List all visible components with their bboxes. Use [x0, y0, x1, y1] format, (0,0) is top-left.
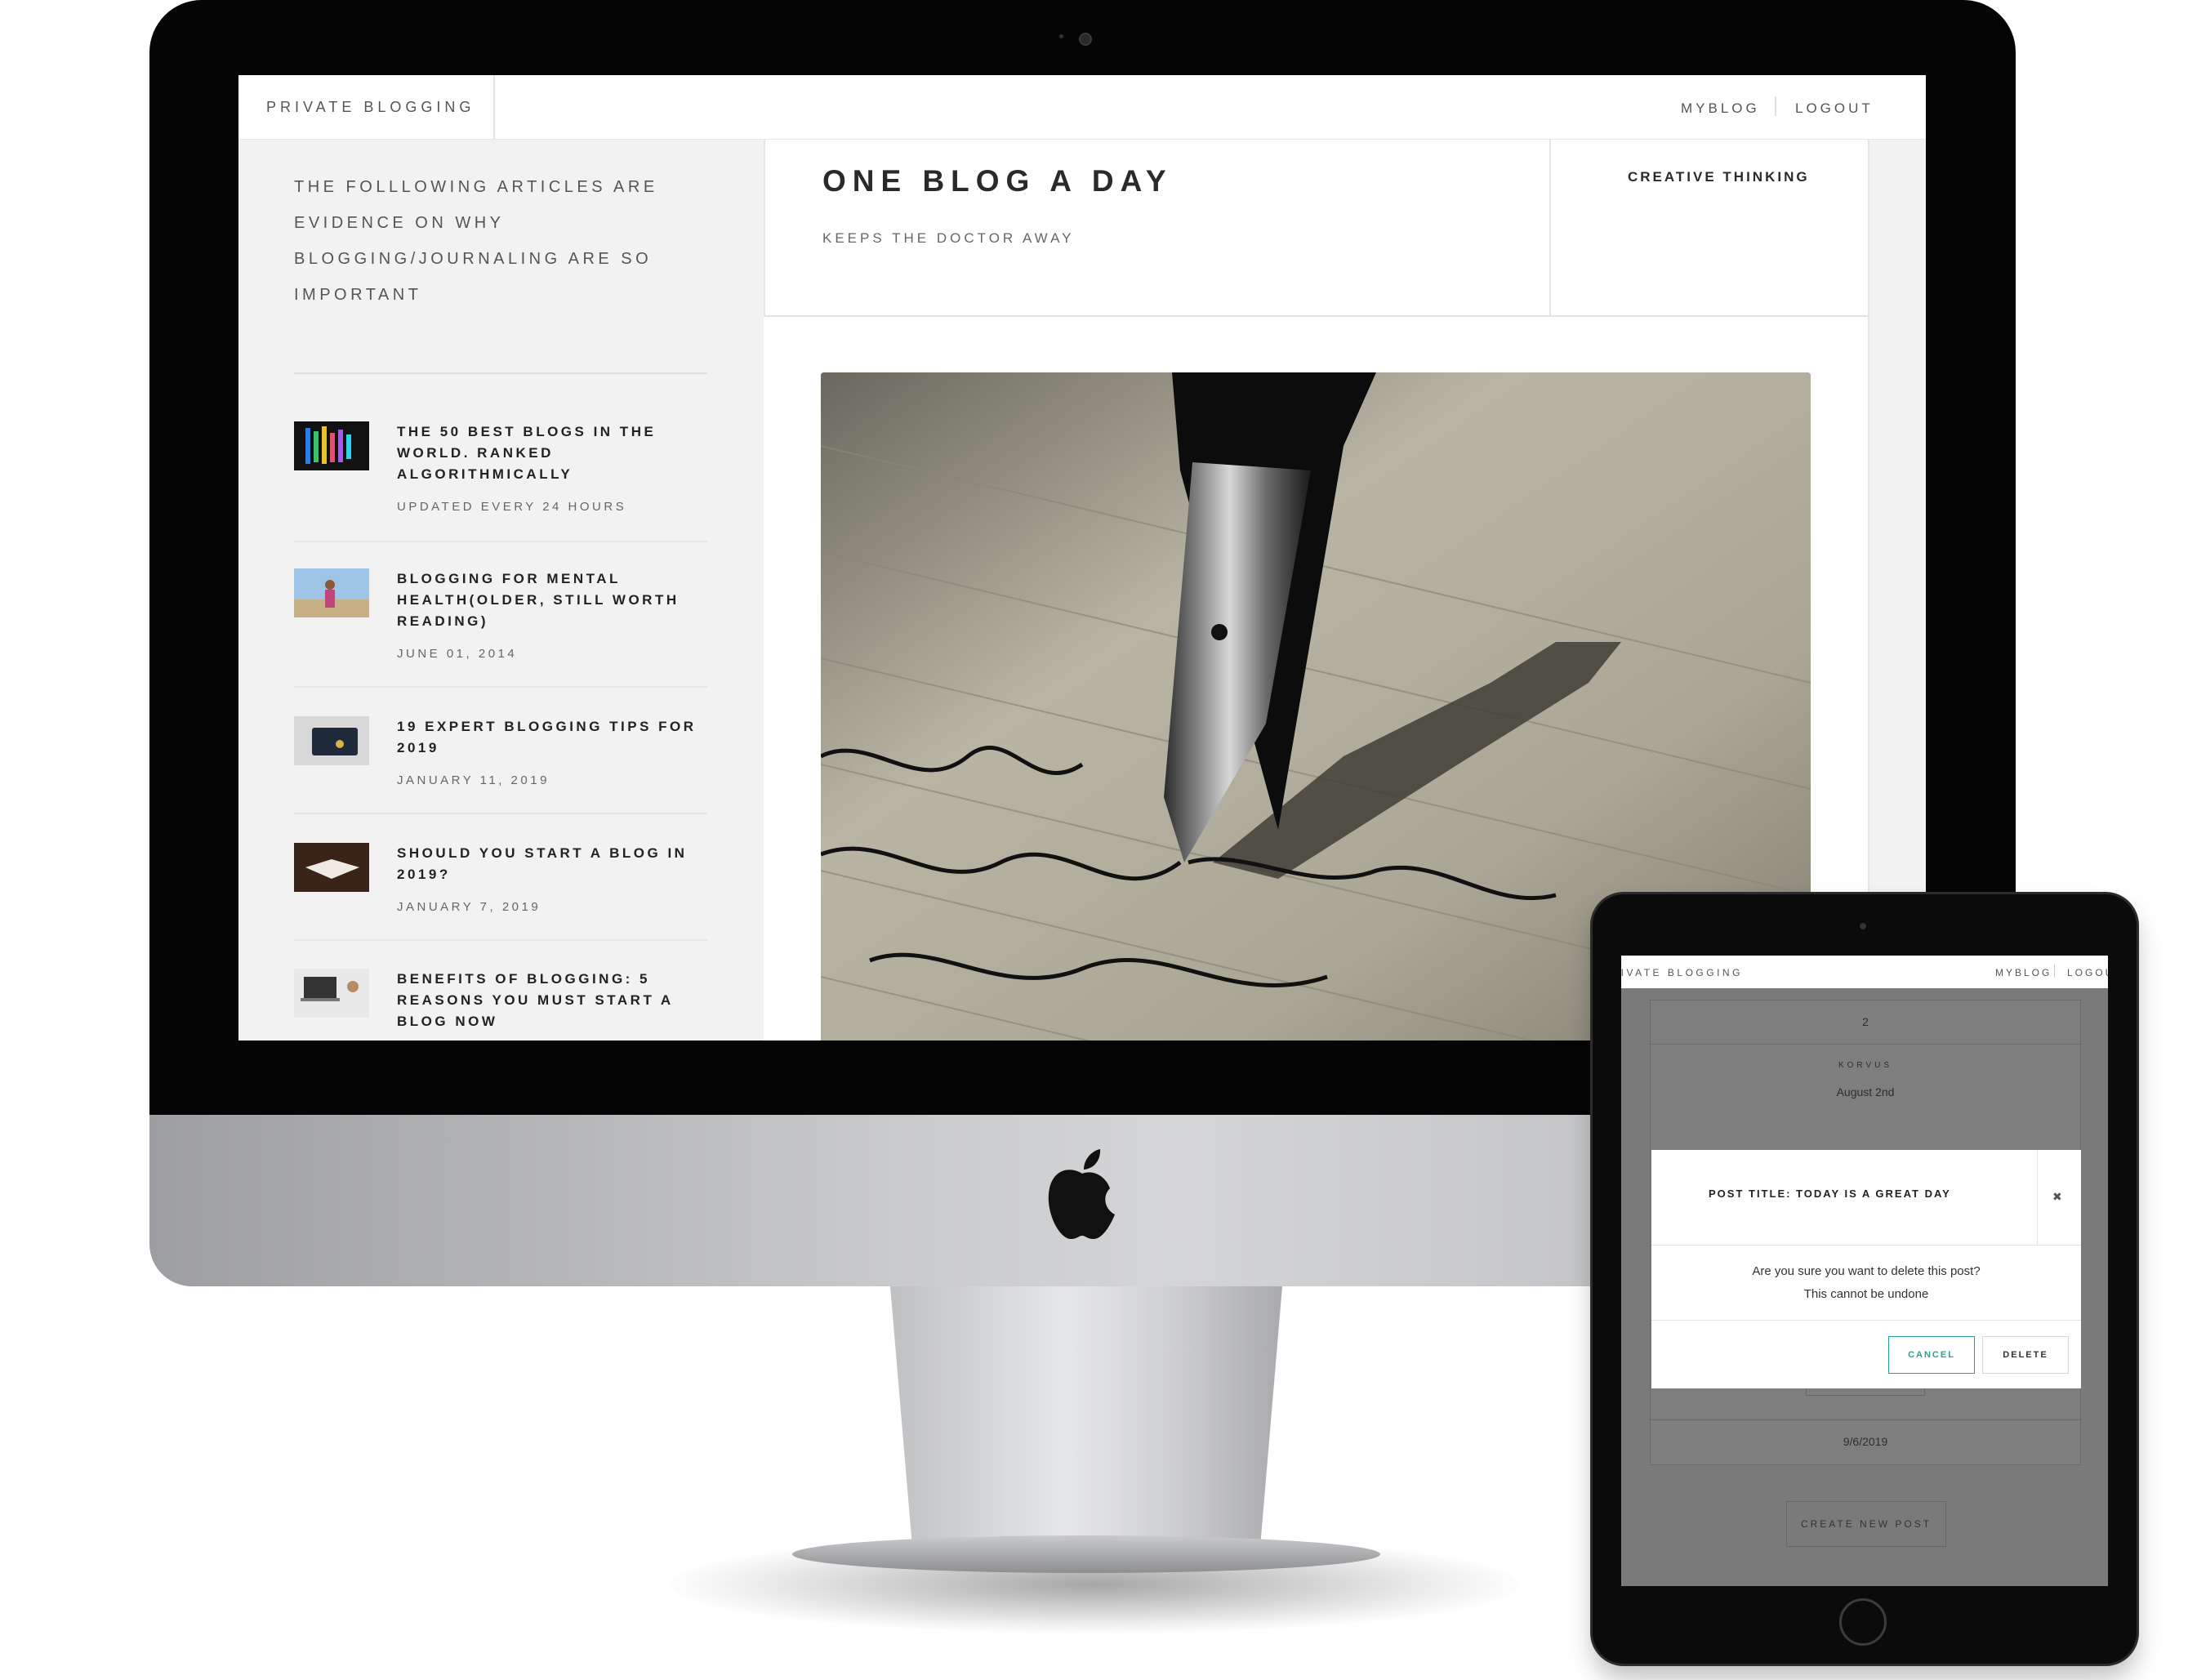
modal-question: Are you sure you want to delete this pos…	[1752, 1264, 1981, 1278]
blog-title: ONE BLOG A DAY	[822, 164, 1173, 198]
post-thumbnail	[294, 568, 369, 617]
post-count-cell: 2	[1650, 1000, 2081, 1045]
modal-close-box: ✖	[2037, 1150, 2082, 1245]
nav-myblog-link[interactable]: MYBLOG	[1681, 100, 1760, 117]
category-label[interactable]: CREATIVE THINKING	[1628, 169, 1810, 185]
post-divider	[294, 813, 707, 814]
post-thumbnail	[294, 969, 369, 1018]
close-icon[interactable]: ✖	[2052, 1190, 2062, 1204]
nav-logout-link[interactable]: LOGOUT	[1795, 100, 1874, 117]
tablet-brand-link[interactable]: PRIVATE BLOGGING	[1621, 967, 1743, 978]
sidebar-post-3[interactable]: 19 EXPERT BLOGGING TIPS FOR 2019 JANUARY…	[294, 716, 707, 847]
imac-stand	[890, 1286, 1282, 1564]
brand-box: PRIVATE BLOGGING	[238, 75, 495, 139]
post-divider	[294, 686, 707, 688]
create-new-post-button[interactable]: CREATE NEW POST	[1786, 1501, 1946, 1547]
imac-stand-foot	[792, 1535, 1380, 1573]
post-title[interactable]: SHOULD YOU START A BLOG IN 2019?	[397, 843, 707, 885]
post-title[interactable]: BLOGGING FOR MENTAL HEALTH(OLDER, STILL …	[397, 568, 707, 632]
post-divider	[294, 939, 707, 941]
post-date: UPDATED EVERY 24 HOURS	[397, 500, 627, 514]
ambient-sensor	[1059, 34, 1063, 38]
ipad-device: PRIVATE BLOGGING MYBLOG LOGOUT 2 KORVUS …	[1593, 894, 2137, 1664]
sidebar-post-1[interactable]: THE 50 BEST BLOGS IN THE WORLD. RANKED A…	[294, 421, 707, 552]
post-thumbnail	[294, 716, 369, 765]
category-box: CREATIVE THINKING	[1549, 140, 1871, 315]
cancel-button[interactable]: CANCEL	[1888, 1336, 1975, 1374]
camera-icon	[1079, 33, 1092, 46]
tablet-logout-link[interactable]: LOGOUT	[2067, 967, 2108, 978]
apple-logo-icon	[1048, 1149, 1115, 1239]
tablet-screen: PRIVATE BLOGGING MYBLOG LOGOUT 2 KORVUS …	[1621, 956, 2108, 1586]
tablet-nav-divider	[2054, 965, 2055, 978]
sidebar-post-5[interactable]: BENEFITS OF BLOGGING: 5 REASONS YOU MUST…	[294, 969, 707, 1041]
post-divider	[294, 541, 707, 542]
post-count: 2	[1862, 1015, 1869, 1028]
blog-subtitle: KEEPS THE DOCTOR AWAY	[822, 230, 1075, 246]
sidebar-divider	[294, 372, 707, 374]
post-date: JANUARY 7, 2019	[397, 900, 541, 914]
modal-title: POST TITLE: TODAY IS A GREAT DAY	[1709, 1188, 1951, 1200]
brand-link[interactable]: PRIVATE BLOGGING	[266, 99, 475, 116]
post-date: JANUARY 11, 2019	[397, 773, 550, 787]
post-title[interactable]: 19 EXPERT BLOGGING TIPS FOR 2019	[397, 716, 707, 759]
sidebar-post-4[interactable]: SHOULD YOU START A BLOG IN 2019? JANUARY…	[294, 843, 707, 974]
home-button[interactable]	[1839, 1598, 1887, 1646]
post-created-date: 9/6/2019	[1843, 1435, 1888, 1448]
blog-header: ONE BLOG A DAY KEEPS THE DOCTOR AWAY CRE…	[764, 140, 1926, 317]
sidebar-post-2[interactable]: BLOGGING FOR MENTAL HEALTH(OLDER, STILL …	[294, 568, 707, 699]
ipad-camera-icon	[1860, 923, 1866, 929]
post-author: KORVUS	[1838, 1061, 1893, 1070]
post-thumbnail	[294, 843, 369, 892]
post-thumbnail	[294, 421, 369, 470]
post-title[interactable]: THE 50 BEST BLOGS IN THE WORLD. RANKED A…	[397, 421, 707, 485]
sidebar-intro: THE FOLLLOWING ARTICLES ARE EVIDENCE ON …	[294, 178, 658, 304]
post-date: JUNE 01, 2014	[397, 647, 518, 661]
post-date-text: August 2nd	[1836, 1085, 1895, 1098]
modal-divider	[1651, 1320, 2081, 1321]
tablet-navbar: PRIVATE BLOGGING MYBLOG LOGOUT	[1621, 956, 2108, 988]
modal-warning: This cannot be undone	[1803, 1287, 1929, 1301]
delete-button[interactable]: DELETE	[1982, 1336, 2069, 1374]
tablet-myblog-link[interactable]: MYBLOG	[1995, 967, 2052, 978]
post-title[interactable]: BENEFITS OF BLOGGING: 5 REASONS YOU MUST…	[397, 969, 707, 1032]
modal-header: POST TITLE: TODAY IS A GREAT DAY ✖	[1651, 1150, 2081, 1246]
top-navbar: PRIVATE BLOGGING MYBLOG LOGOUT	[238, 75, 1926, 140]
sidebar: THE FOLLLOWING ARTICLES ARE EVIDENCE ON …	[238, 140, 764, 1041]
nav-divider	[1775, 96, 1776, 116]
delete-confirm-modal: POST TITLE: TODAY IS A GREAT DAY ✖ Are y…	[1651, 1150, 2081, 1388]
post-date-cell: 9/6/2019	[1650, 1419, 2081, 1465]
